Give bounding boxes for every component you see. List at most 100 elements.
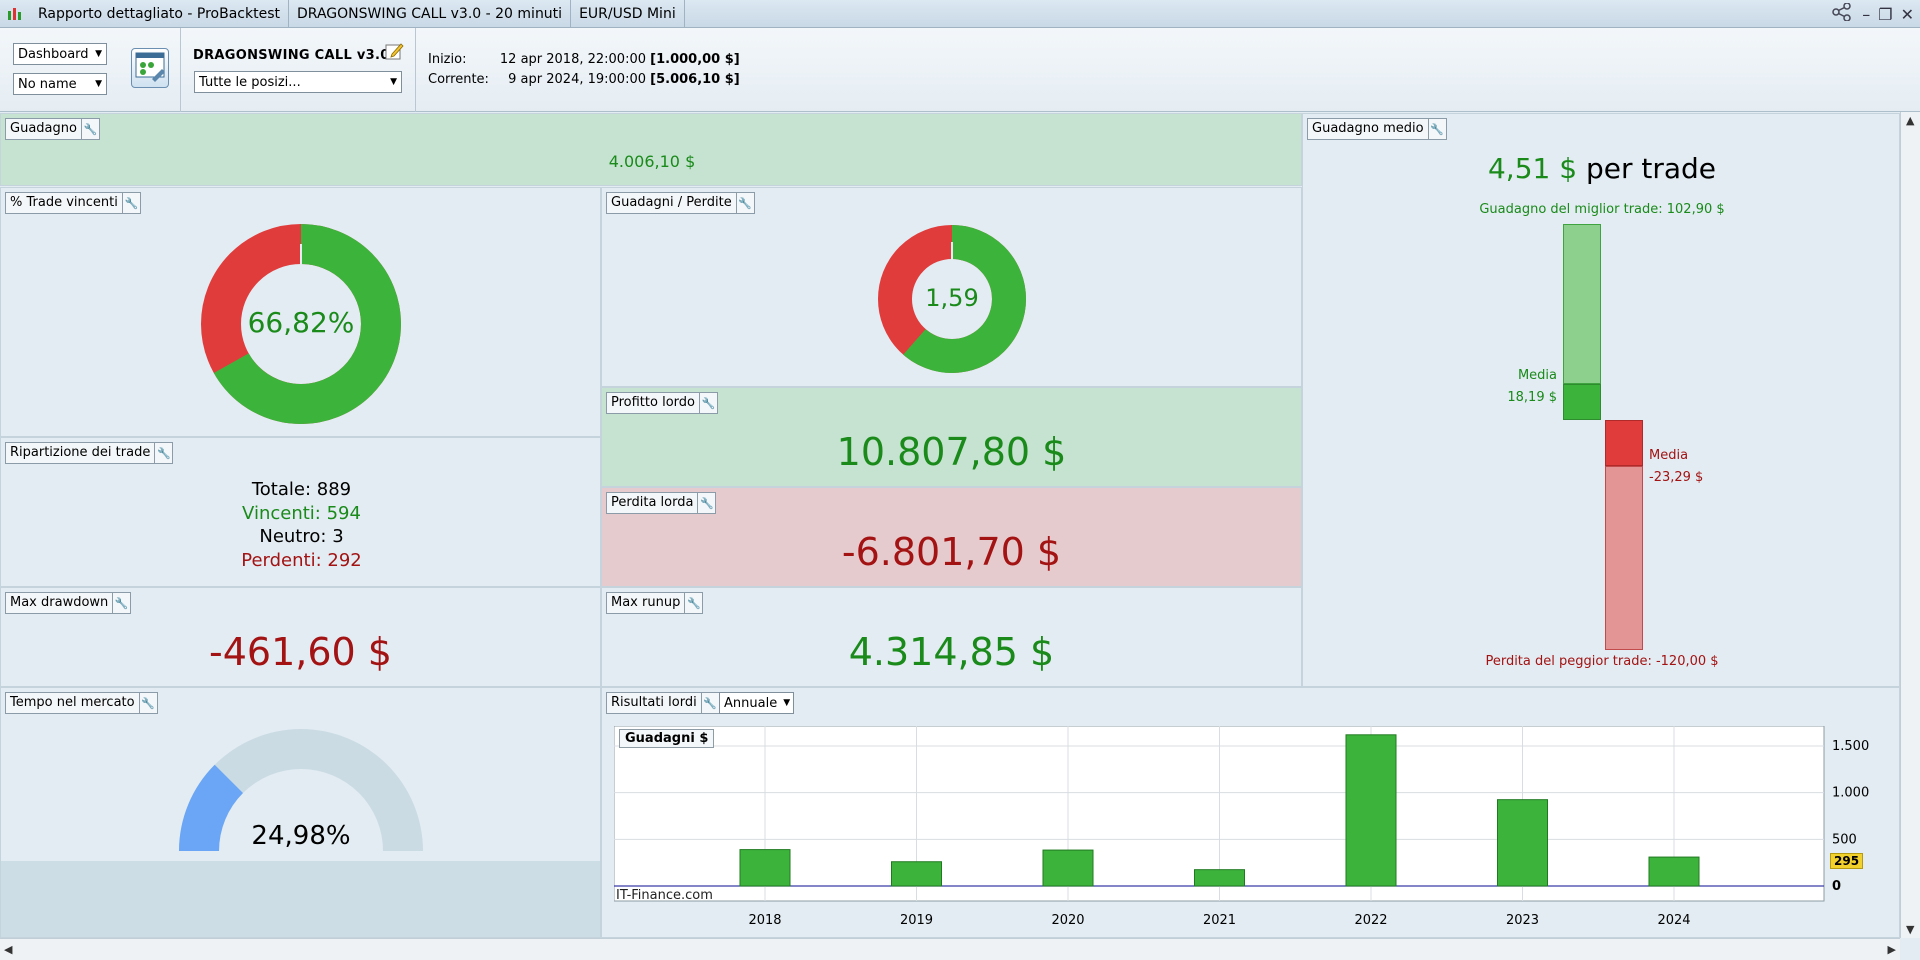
max-runup-panel: Max runup 🔧 4.314,85 $	[601, 587, 1302, 687]
max-runup-value: 4.314,85 $	[848, 630, 1055, 674]
current-value-marker: 295	[1830, 853, 1864, 869]
worst-trade-label: Perdita del peggior trade: -120,00 $	[1485, 654, 1719, 669]
win-rate-panel: % Trade vincenti 🔧 66,82%	[0, 187, 601, 437]
share-icon[interactable]	[1832, 2, 1854, 25]
report-settings-icon[interactable]	[131, 48, 169, 88]
chart-y-tick-label: 1.000	[1832, 786, 1869, 801]
gross-results-panel: Risultati lordi 🔧 Annuale ▼ 2018 2019 2020 20…	[601, 687, 1900, 938]
gross-profit-panel: Profitto lordo 🔧 10.807,80 $	[601, 387, 1302, 487]
gain-panel-header: Guadagno 🔧	[5, 118, 100, 140]
tab-report[interactable]: Rapporto dettagliato - ProBacktest	[30, 0, 289, 28]
chart-bar-2024[interactable]	[1648, 856, 1700, 887]
worst-trade-bar	[1605, 466, 1643, 650]
chart-bar-2019[interactable]	[891, 861, 942, 887]
breakdown-winning: Vincenti: 594	[242, 502, 361, 524]
chart-y-tick-label: 0	[1832, 879, 1841, 894]
wrench-icon[interactable]: 🔧	[701, 692, 720, 714]
max-drawdown-value: -461,60 $	[209, 630, 392, 674]
probacktest-logo-icon	[0, 0, 30, 28]
wrench-icon[interactable]: 🔧	[685, 592, 704, 614]
gain-panel: Guadagno 🔧 4.006,10 $	[0, 113, 1302, 186]
wrench-icon[interactable]: 🔧	[155, 442, 174, 464]
wrench-icon[interactable]: 🔧	[113, 592, 132, 614]
gain-loss-panel-header: Guadagni / Perdite 🔧	[606, 192, 755, 214]
tab-instrument[interactable]: EUR/USD Mini	[571, 0, 685, 28]
breakdown-total: Totale: 889	[251, 479, 352, 500]
chart-bar-2023[interactable]	[1497, 799, 1548, 887]
wrench-icon[interactable]: 🔧	[122, 192, 141, 214]
chart-bar-2021[interactable]	[1194, 869, 1245, 887]
chart-x-tick-label: 2023	[1506, 913, 1539, 928]
average-gain-headline: 4,51 $ per trade	[1487, 152, 1717, 185]
chart-x-tick-label: 2019	[900, 913, 933, 928]
chevron-down-icon: ▼	[783, 698, 791, 708]
gross-loss-panel-header: Perdita lorda 🔧	[606, 492, 717, 514]
scroll-left-icon[interactable]: ◀	[4, 943, 12, 956]
chevron-down-icon: ▼	[390, 77, 397, 87]
scroll-down-icon[interactable]: ▼	[1906, 923, 1914, 936]
current-info: Corrente: 9 apr 2024, 19:00:00 [5.006,10 …	[428, 72, 740, 87]
breakdown-losing: Perdenti: 292	[241, 549, 362, 571]
edit-pencil-icon[interactable]	[384, 41, 404, 65]
name-select[interactable]: No name ▼	[13, 73, 107, 95]
average-win-value: 18,19 $	[1507, 390, 1557, 405]
chart-bar-2018[interactable]	[739, 849, 791, 887]
gain-loss-panel: Guadagni / Perdite 🔧 1,59	[601, 187, 1302, 387]
start-info: Inizio: 12 apr 2018, 22:00:00 [1.000,00 $…	[428, 52, 740, 67]
horizontal-scrollbar[interactable]: ◀ ▶	[0, 938, 1900, 960]
minimize-icon[interactable]: –	[1862, 5, 1870, 24]
best-trade-bar	[1563, 224, 1601, 384]
best-trade-label: Guadagno del miglior trade: 102,90 $	[1479, 202, 1725, 217]
wrench-icon[interactable]: 🔧	[699, 392, 718, 414]
max-drawdown-panel: Max drawdown 🔧 -461,60 $	[0, 587, 601, 687]
wrench-icon[interactable]: 🔧	[1428, 118, 1447, 140]
max-drawdown-panel-header: Max drawdown 🔧	[5, 592, 132, 614]
wrench-icon[interactable]: 🔧	[698, 492, 717, 514]
chart-x-tick-label: 2021	[1203, 913, 1236, 928]
chart-x-tick-label: 2024	[1657, 913, 1690, 928]
close-icon[interactable]: ✕	[1901, 5, 1914, 24]
wrench-icon[interactable]: 🔧	[81, 118, 100, 140]
win-rate-value: 66,82%	[247, 306, 355, 339]
chart-series-label: Guadagni $	[619, 729, 715, 748]
time-in-market-panel-header: Tempo nel mercato 🔧	[5, 692, 158, 714]
chart-x-tick-label: 2020	[1051, 913, 1084, 928]
chart-bar-2022[interactable]	[1345, 734, 1397, 887]
average-loss-value: -23,29 $	[1649, 470, 1704, 485]
gross-profit-value: 10.807,80 $	[836, 430, 1067, 474]
average-loss-label: Media	[1649, 448, 1689, 463]
time-in-market-panel: Tempo nel mercato 🔧 24,98%	[0, 687, 601, 938]
gross-loss-value: -6.801,70 $	[841, 530, 1062, 574]
scroll-right-icon[interactable]: ▶	[1888, 943, 1896, 956]
toolbar: Dashboard ▼ No name ▼ DRAGONSWING CALL v3.…	[0, 28, 1920, 112]
view-select[interactable]: Dashboard ▼	[13, 43, 107, 65]
chart-x-tick-label: 2022	[1354, 913, 1387, 928]
chart-watermark: IT-Finance.com	[616, 888, 713, 903]
vertical-scrollbar[interactable]: ▲ ▼	[1900, 112, 1920, 938]
average-win-bar	[1563, 384, 1601, 420]
period-select[interactable]: Annuale ▼	[719, 692, 794, 714]
gain-value: 4.006,10 $	[608, 152, 696, 171]
gross-results-chart: 2018 2019 2020 2021 2022 2023 2024 0 500 1.000 1.…	[614, 726, 1869, 928]
gain-loss-ratio: 1,59	[925, 284, 979, 312]
breakdown-neutral: Neutro: 3	[259, 526, 344, 547]
chevron-down-icon: ▼	[95, 49, 102, 59]
scroll-up-icon[interactable]: ▲	[1906, 114, 1914, 127]
chart-y-tick-label: 500	[1832, 832, 1857, 847]
average-gain-panel-header: Guadagno medio 🔧	[1307, 118, 1447, 140]
restore-icon[interactable]: ❐	[1878, 5, 1892, 24]
chart-bar-2020[interactable]	[1042, 849, 1094, 887]
average-gain-panel: Guadagno medio 🔧 4,51 $ per trade Guadagn…	[1302, 113, 1900, 687]
time-in-market-footer	[1, 861, 600, 937]
tab-strategy[interactable]: DRAGONSWING CALL v3.0 - 20 minuti	[289, 0, 572, 28]
wrench-icon[interactable]: 🔧	[736, 192, 755, 214]
strategy-name: DRAGONSWING CALL v3.0	[193, 48, 390, 63]
time-in-market-value: 24,98%	[251, 821, 351, 851]
average-win-label: Media	[1517, 368, 1557, 383]
positions-select[interactable]: Tutte le posizi... ▼	[194, 71, 402, 93]
wrench-icon[interactable]: 🔧	[139, 692, 158, 714]
trade-breakdown-panel-header: Ripartizione dei trade 🔧	[5, 442, 174, 464]
gross-loss-panel: Perdita lorda 🔧 -6.801,70 $	[601, 487, 1302, 587]
gross-results-panel-header: Risultati lordi 🔧	[606, 692, 720, 714]
average-loss-bar	[1605, 420, 1643, 466]
